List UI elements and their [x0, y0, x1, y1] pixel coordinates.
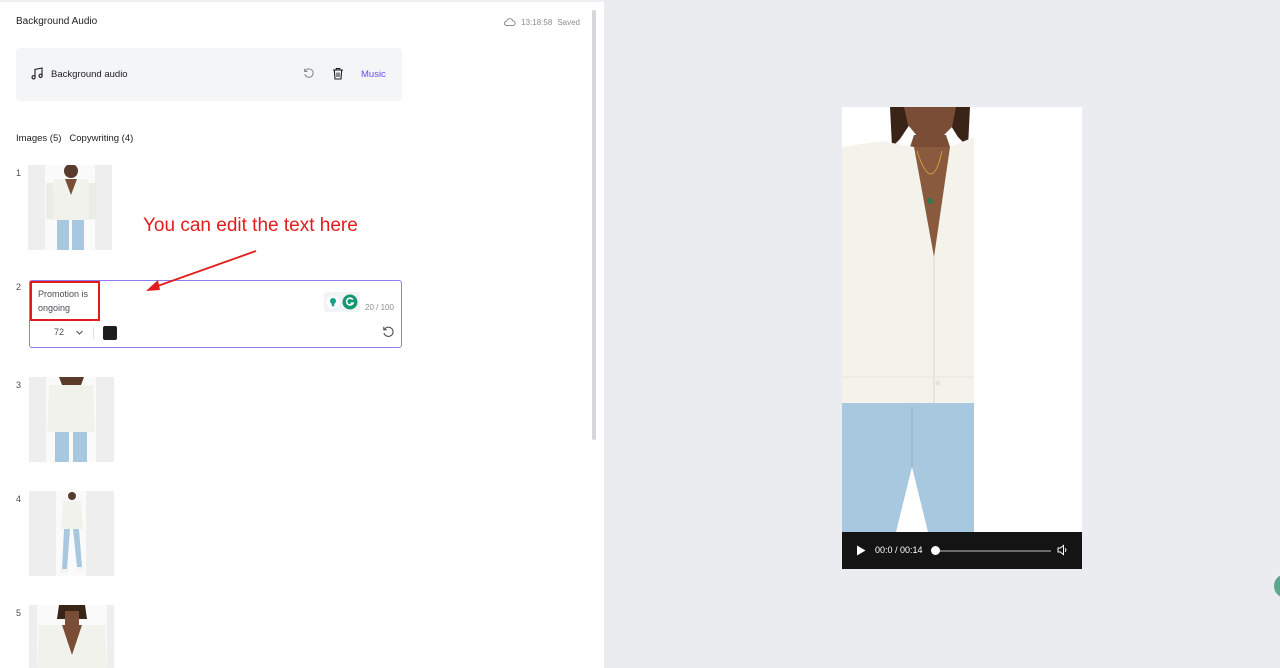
lightbulb-icon[interactable]: [326, 295, 340, 309]
scrollbar[interactable]: [592, 10, 596, 440]
item-index: 5: [16, 608, 22, 618]
chevron-down-icon[interactable]: [75, 328, 84, 337]
image-thumbnail-5[interactable]: [29, 605, 114, 668]
trash-icon[interactable]: [332, 67, 344, 80]
image-thumbnail-4[interactable]: [29, 491, 114, 576]
play-icon[interactable]: [856, 545, 866, 556]
tab-images[interactable]: Images (5): [16, 133, 61, 144]
item-index: 1: [16, 168, 22, 178]
save-time: 13:18:58: [521, 17, 553, 27]
top-divider: [0, 0, 604, 2]
video-preview: [842, 107, 1082, 532]
reset-icon[interactable]: [303, 67, 315, 79]
character-count: 20 / 100: [365, 303, 394, 312]
editor-panel: Background Audio 13:18:58 Saved Backgrou…: [0, 0, 604, 668]
toolbar-divider: [93, 327, 94, 339]
image-thumbnail-3[interactable]: [29, 377, 114, 462]
cloud-icon: [504, 18, 516, 26]
playback-time: 00:0 / 00:14: [875, 545, 923, 555]
save-status-label: Saved: [557, 17, 580, 27]
background-audio-card: Background audio Music: [16, 48, 402, 101]
video-player-controls: 00:0 / 00:14: [842, 532, 1082, 569]
editor-plugins: [324, 292, 360, 312]
grammarly-icon[interactable]: [342, 294, 358, 310]
progress-bar[interactable]: [934, 550, 1051, 552]
save-status: 13:18:58 Saved: [503, 17, 580, 27]
annotation-highlight-box: [30, 281, 100, 321]
page-title: Background Audio: [16, 16, 98, 27]
music-note-icon: [31, 67, 43, 80]
item-index: 2: [16, 282, 22, 292]
annotation-text: You can edit the text here: [143, 215, 358, 236]
annotation-arrow-icon: [146, 250, 257, 291]
undo-icon[interactable]: [382, 325, 395, 338]
volume-icon[interactable]: [1057, 544, 1069, 556]
progress-handle[interactable]: [931, 546, 940, 555]
font-size-select[interactable]: 72: [54, 327, 64, 337]
tab-copywriting[interactable]: Copywriting (4): [69, 133, 133, 144]
text-color-swatch[interactable]: [103, 326, 117, 340]
content-tabs: Images (5) Copywriting (4): [16, 133, 133, 144]
item-index: 3: [16, 380, 22, 390]
app-root: Background Audio 13:18:58 Saved Backgrou…: [0, 0, 1280, 668]
background-audio-label: Background audio: [51, 69, 128, 80]
image-thumbnail-1[interactable]: [28, 165, 112, 250]
item-index: 4: [16, 494, 22, 504]
music-button[interactable]: Music: [361, 69, 386, 80]
